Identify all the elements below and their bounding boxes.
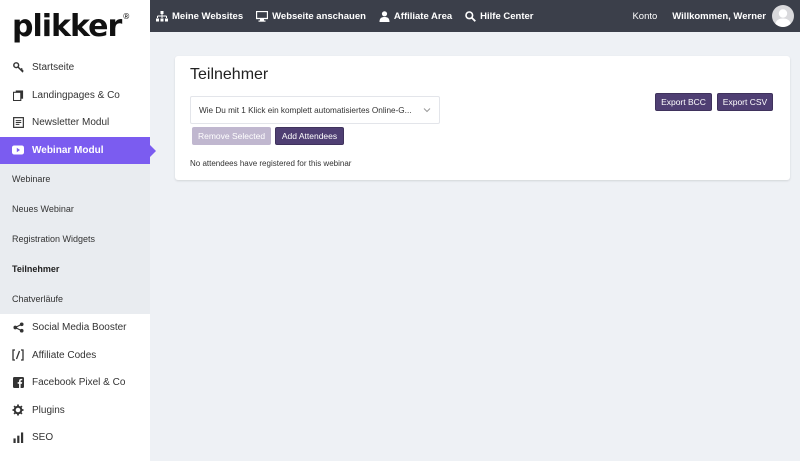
bar-chart-icon — [12, 432, 24, 444]
submenu-item-chatverlaeufe[interactable]: Chatverläufe — [0, 284, 150, 314]
sidebar-item-label: Landingpages & Co — [32, 89, 120, 101]
submenu-item-neues-webinar[interactable]: Neues Webinar — [0, 194, 150, 224]
newspaper-icon — [12, 117, 24, 129]
top-link-label: Webseite anschauen — [272, 10, 366, 22]
sidebar-item-newsletter[interactable]: Newsletter Modul — [0, 109, 150, 137]
empty-state-message: No attendees have registered for this we… — [190, 159, 352, 168]
sidebar-item-webinar[interactable]: Webinar Modul — [0, 136, 156, 164]
webinar-submenu: Webinare Neues Webinar Registration Widg… — [0, 164, 150, 314]
attendees-panel: Teilnehmer Wie Du mit 1 Klick ein komple… — [175, 56, 790, 180]
registered-mark: ® — [122, 12, 131, 21]
page-title: Teilnehmer — [190, 66, 269, 83]
sidebar-item-affiliate-codes[interactable]: Affiliate Codes — [0, 342, 150, 370]
facebook-icon — [12, 377, 24, 389]
sidebar-item-label: Newsletter Modul — [32, 117, 110, 129]
sidebar-item-label: Plugins — [32, 404, 65, 416]
sidebar-item-startseite[interactable]: Startseite — [0, 54, 150, 82]
gear-icon — [12, 404, 24, 416]
sidebar-item-label: Affiliate Codes — [32, 349, 97, 361]
logo-text: plikker — [12, 9, 122, 44]
add-attendees-button[interactable]: Add Attendees — [275, 127, 344, 145]
top-link-hilfe-center[interactable]: Hilfe Center — [465, 10, 534, 22]
sidebar-item-seo[interactable]: SEO — [0, 424, 150, 452]
sidebar-item-label: Social Media Booster — [32, 322, 127, 334]
youtube-icon — [12, 144, 24, 156]
sidebar-item-plugins[interactable]: Plugins — [0, 397, 150, 425]
remove-selected-button[interactable]: Remove Selected — [192, 127, 271, 145]
sidebar-item-social-media[interactable]: Social Media Booster — [0, 314, 150, 342]
submenu-item-registration-widgets[interactable]: Registration Widgets — [0, 224, 150, 254]
sidebar-item-landingpages[interactable]: Landingpages & Co — [0, 82, 150, 110]
logo[interactable]: plikker ® — [0, 0, 150, 54]
code-icon — [12, 349, 24, 361]
sitemap-icon — [156, 10, 168, 21]
sidebar-item-label: SEO — [32, 432, 54, 444]
top-link-label: Affiliate Area — [393, 10, 453, 22]
sidebar: plikker ® Startseite Landingpages & Co N… — [0, 0, 156, 461]
top-navbar: Meine Websites Webseite anschauen Affili… — [150, 0, 800, 32]
monitor-icon — [256, 10, 269, 22]
share-icon — [12, 322, 24, 334]
account-area: Konto Willkommen, Werner — [632, 0, 794, 32]
sidebar-item-label: Startseite — [32, 62, 75, 74]
user-icon — [379, 10, 390, 22]
export-bcc-button[interactable]: Export BCC — [655, 93, 712, 111]
top-link-webseite-anschauen[interactable]: Webseite anschauen — [256, 10, 366, 22]
sidebar-item-label: Facebook Pixel & Co — [32, 377, 126, 389]
key-icon — [12, 62, 24, 74]
chevron-down-icon — [423, 106, 431, 115]
pages-icon — [12, 89, 24, 101]
account-link[interactable]: Konto — [632, 11, 657, 22]
avatar[interactable] — [772, 5, 794, 27]
webinar-select[interactable]: Wie Du mit 1 Klick ein komplett automati… — [190, 96, 440, 124]
top-link-label: Meine Websites — [172, 10, 244, 22]
submenu-item-webinare[interactable]: Webinare — [0, 164, 150, 194]
top-link-meine-websites[interactable]: Meine Websites — [156, 10, 244, 22]
welcome-text[interactable]: Willkommen, Werner — [672, 11, 766, 22]
sidebar-item-label: Webinar Modul — [32, 144, 104, 156]
search-icon — [465, 10, 477, 22]
top-link-affiliate-area[interactable]: Affiliate Area — [379, 11, 452, 22]
top-link-label: Hilfe Center — [480, 10, 534, 22]
webinar-select-value: Wie Du mit 1 Klick ein komplett automati… — [199, 105, 412, 115]
export-csv-button[interactable]: Export CSV — [717, 93, 773, 111]
sidebar-item-facebook-pixel[interactable]: Facebook Pixel & Co — [0, 369, 150, 397]
submenu-item-teilnehmer[interactable]: Teilnehmer — [0, 254, 150, 284]
